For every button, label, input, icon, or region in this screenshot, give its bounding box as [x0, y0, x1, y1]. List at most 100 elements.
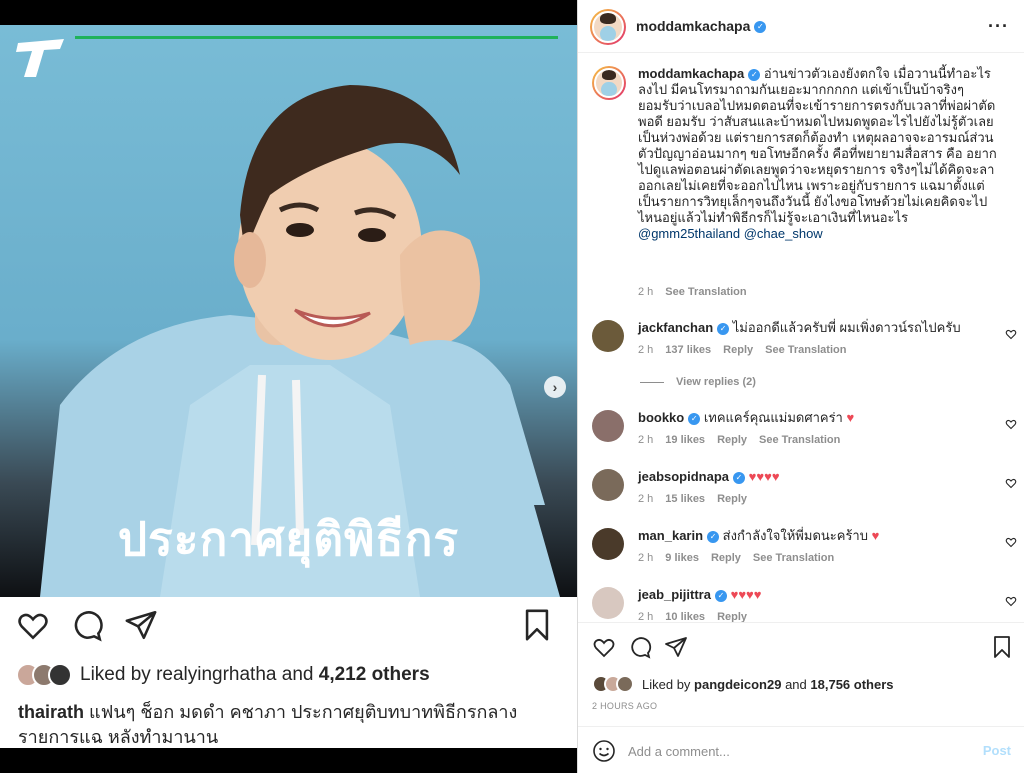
heart-emoji: ♥♥♥♥ — [730, 587, 762, 602]
caption-username[interactable]: moddamkachapa — [638, 66, 744, 81]
post-date[interactable]: 2 HOURS AGO — [592, 701, 657, 711]
comment-icon[interactable] — [70, 608, 104, 642]
header-username-wrap: moddamkachapa ✓ — [636, 18, 767, 36]
comment-username[interactable]: jackfanchan — [638, 320, 713, 335]
mention-chae-show[interactable]: @chae_show — [744, 226, 823, 241]
liked-by-middle: and — [276, 664, 319, 685]
comment-likes[interactable]: 9 likes — [665, 552, 699, 564]
verified-badge-icon: ✓ — [714, 589, 727, 602]
verified-badge-icon: ✓ — [748, 68, 761, 81]
comment-time: 2 h — [638, 434, 654, 446]
post-photo[interactable]: ประกาศยุติพิธีกร › — [0, 25, 577, 597]
left-action-bar — [0, 608, 577, 648]
comment-like-heart-icon[interactable] — [1005, 418, 1017, 430]
comment-meta: 2 h 10 likes Reply — [638, 611, 759, 622]
liked-by-middle: and — [781, 676, 811, 692]
comment-avatar[interactable] — [592, 528, 624, 560]
reply-link[interactable]: Reply — [723, 344, 753, 356]
comment-meta: 2 h 15 likes Reply — [638, 493, 759, 505]
comment-like-heart-icon[interactable] — [1005, 328, 1017, 340]
caption-text: อ่านข่าวตัวเองยังตกใจ เมื่อวานนี้ทำอะไรล… — [638, 66, 997, 225]
verified-badge-icon: ✓ — [754, 20, 767, 33]
comment-like-heart-icon[interactable] — [1005, 595, 1017, 607]
comment-time: 2 h — [638, 611, 654, 622]
carousel-next-icon[interactable]: › — [544, 376, 566, 398]
more-options-icon[interactable]: ··· — [988, 16, 1009, 37]
view-replies-link[interactable]: View replies (2) — [640, 376, 756, 388]
verified-badge-icon: ✓ — [707, 530, 720, 543]
comment-avatar[interactable] — [592, 469, 624, 501]
comment-like-heart-icon[interactable] — [1005, 477, 1017, 489]
see-translation-link[interactable]: See Translation — [765, 344, 846, 356]
comment-likes[interactable]: 19 likes — [665, 434, 705, 446]
comment-meta: 2 h 9 likes Reply See Translation — [638, 552, 846, 564]
comment-icon[interactable] — [628, 635, 652, 659]
heart-emoji: ♥ — [846, 410, 855, 425]
comment-text: ไม่ออกดีแล้วครับพี่ ผมเพิ่งดาวน์รถไปครับ — [729, 320, 961, 335]
liked-by-user[interactable]: pangdeicon29 — [694, 677, 781, 692]
post-header: moddamkachapa ✓ ··· — [578, 0, 1024, 53]
comment-avatar[interactable] — [592, 320, 624, 352]
caption-time: 2 h — [638, 286, 654, 298]
heart-emoji: ♥ — [871, 528, 880, 543]
see-translation-link[interactable]: See Translation — [665, 286, 746, 298]
reply-link[interactable]: Reply — [717, 434, 747, 446]
liked-by-count[interactable]: 4,212 others — [319, 664, 430, 686]
comment-username[interactable]: jeab_pijittra — [638, 587, 711, 602]
comment-username[interactable]: jeabsopidnapa — [638, 469, 729, 484]
caption-username[interactable]: thairath — [18, 702, 84, 722]
like-heart-icon[interactable] — [592, 635, 616, 659]
verified-badge-icon: ✓ — [733, 471, 746, 484]
bookmark-icon[interactable] — [520, 608, 554, 642]
comment-username[interactable]: man_karin — [638, 528, 703, 543]
liked-by-count[interactable]: 18,756 others — [810, 677, 893, 692]
emoji-icon[interactable] — [592, 739, 616, 763]
header-username[interactable]: moddamkachapa — [636, 18, 750, 34]
comment-avatar[interactable] — [592, 587, 624, 619]
see-translation-link[interactable]: See Translation — [753, 552, 834, 564]
caption-meta: 2 h See Translation — [638, 286, 759, 298]
comment-body: jeab_pijittra ✓ ♥♥♥♥ — [638, 587, 994, 603]
right-likes-row: Liked by pangdeicon29 and 18,756 others — [592, 673, 894, 695]
comments-list[interactable]: moddamkachapa ✓ อ่านข่าวตัวเองยังตกใจ เมื… — [578, 54, 1024, 622]
bottom-black-bar — [0, 748, 577, 773]
comment-avatar[interactable] — [592, 410, 624, 442]
verified-badge-icon: ✓ — [688, 412, 701, 425]
add-comment-input[interactable] — [628, 739, 958, 763]
mention-gmm25[interactable]: @gmm25thailand — [638, 226, 740, 241]
comment-like-heart-icon[interactable] — [1005, 536, 1017, 548]
share-icon[interactable] — [124, 608, 158, 642]
header-avatar[interactable] — [590, 9, 626, 45]
comment-username[interactable]: bookko — [638, 410, 684, 425]
top-black-bar — [0, 0, 577, 25]
photo-headline: ประกาศยุติพิธีกร — [117, 513, 460, 565]
reply-link[interactable]: Reply — [717, 493, 747, 505]
share-icon[interactable] — [664, 635, 688, 659]
comment-likes[interactable]: 15 likes — [665, 493, 705, 505]
post-button[interactable]: Post — [983, 743, 1011, 758]
comment-likes[interactable]: 10 likes — [665, 611, 705, 622]
comment-body: jackfanchan ✓ ไม่ออกดีแล้วครับพี่ ผมเพิ่ง… — [638, 320, 994, 336]
liker-avatars — [592, 675, 634, 693]
thairath-logo-icon — [16, 39, 64, 77]
heart-emoji: ♥♥♥♥ — [748, 469, 780, 484]
comment-body: man_karin ✓ ส่งกำลังใจให้พี่มดนะคร้าบ ♥ — [638, 528, 994, 544]
comment-text: เทคแคร์คุณแม่มดศาคร่า — [700, 410, 847, 425]
liked-by-user[interactable]: realyingrhatha — [156, 664, 276, 686]
like-heart-icon[interactable] — [16, 608, 50, 642]
comment-likes[interactable]: 137 likes — [665, 344, 711, 356]
see-translation-link[interactable]: See Translation — [759, 434, 840, 446]
comment-body: bookko ✓ เทคแคร์คุณแม่มดศาคร่า ♥ — [638, 410, 994, 426]
comment-time: 2 h — [638, 493, 654, 505]
liked-by-prefix: Liked by — [80, 664, 151, 685]
comment-time: 2 h — [638, 552, 654, 564]
caption-avatar[interactable] — [592, 66, 626, 100]
comment-text: ส่งกำลังใจให้พี่มดนะคร้าบ — [719, 528, 872, 543]
right-action-bar — [578, 622, 1024, 672]
liked-by-prefix: Liked by — [642, 676, 695, 692]
comment-body: jeabsopidnapa ✓ ♥♥♥♥ — [638, 469, 994, 485]
reply-link[interactable]: Reply — [711, 552, 741, 564]
caption-text: แฟนๆ ช็อก มดดำ คชาภา ประกาศยุติบทบาทพิธี… — [18, 702, 518, 747]
bookmark-icon[interactable] — [990, 635, 1014, 659]
reply-link[interactable]: Reply — [717, 611, 747, 622]
